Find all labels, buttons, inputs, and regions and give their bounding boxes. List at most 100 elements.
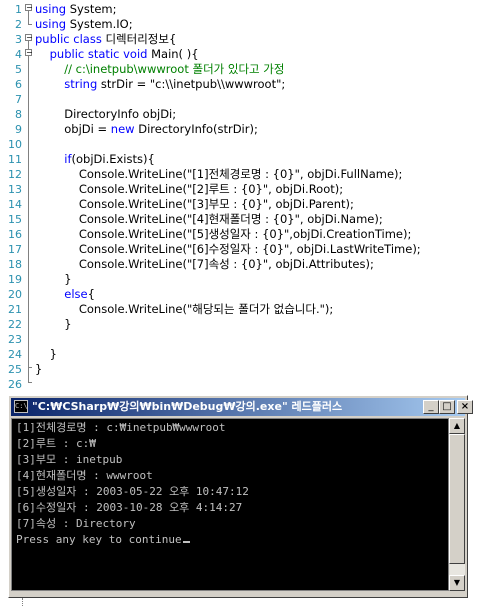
- keyword-token: string: [64, 77, 98, 91]
- code-line[interactable]: 7: [0, 92, 480, 107]
- console-output-text: [7]속성 : Directory: [16, 517, 136, 530]
- code-line[interactable]: 16 Console.WriteLine("[5]생성일자 : {0}",obj…: [0, 227, 480, 242]
- code-text: }: [35, 272, 71, 287]
- line-number: 3: [15, 33, 22, 46]
- keyword-token: else: [64, 287, 88, 301]
- maximize-button[interactable]: □: [439, 400, 455, 414]
- code-line[interactable]: 21 Console.WriteLine("해당되는 폴더가 없습니다.");: [0, 302, 480, 317]
- code-token: }: [35, 347, 57, 361]
- console-output-text: [6]수정일자 : 2003-10-28 오후 4:14:27: [16, 501, 243, 514]
- line-number: 24: [8, 348, 22, 361]
- code-line[interactable]: 1 using System;: [0, 2, 480, 17]
- code-text: objDi = new DirectoryInfo(strDir);: [35, 122, 258, 137]
- code-token: }: [35, 362, 43, 376]
- code-line[interactable]: 3 public class 디렉터리정보{: [0, 32, 480, 47]
- line-number: 25: [8, 363, 22, 376]
- code-line[interactable]: 12 Console.WriteLine("[1]전체경로명 : {0}", o…: [0, 167, 480, 182]
- line-number: 22: [8, 318, 22, 331]
- line-number: 1: [15, 3, 22, 16]
- code-line[interactable]: 15 Console.WriteLine("[4]현재폴더명 : {0}", o…: [0, 212, 480, 227]
- line-number: 18: [8, 258, 22, 271]
- code-token: {: [87, 287, 95, 301]
- code-line[interactable]: 25}: [0, 362, 480, 377]
- code-line[interactable]: 9 objDi = new DirectoryInfo(strDir);: [0, 122, 480, 137]
- code-line[interactable]: 5 // c:\inetpub\wwwroot 폴더가 있다고 가정: [0, 62, 480, 77]
- code-line[interactable]: 24 }: [0, 347, 480, 362]
- console-output-line: [7]속성 : Directory: [16, 516, 136, 532]
- code-line[interactable]: 14 Console.WriteLine("[3]부모 : {0}", objD…: [0, 197, 480, 212]
- line-number: 15: [8, 213, 22, 226]
- code-token: Console.WriteLine("[3]부모 : {0}", objDi.P…: [35, 197, 354, 211]
- code-line[interactable]: 8 DirectoryInfo objDi;: [0, 107, 480, 122]
- keyword-token: using: [35, 17, 67, 31]
- console-app-icon[interactable]: C:\: [14, 400, 28, 413]
- code-token: Console.WriteLine("[1]전체경로명 : {0}", objD…: [35, 167, 403, 181]
- line-number: 13: [8, 183, 22, 196]
- scroll-down-button[interactable]: ▼: [449, 575, 465, 591]
- console-output-line: Press any key to continue: [16, 532, 190, 548]
- code-token: Console.WriteLine("[4]현재폴더명 : {0}", objD…: [35, 212, 383, 226]
- code-text: Console.WriteLine("[5]생성일자 : {0}",objDi.…: [35, 227, 412, 242]
- line-number: 5: [15, 63, 22, 76]
- code-token: (objDi.Exists){: [71, 152, 155, 166]
- code-line[interactable]: 17 Console.WriteLine("[6]수정일자 : {0}", ob…: [0, 242, 480, 257]
- keyword-token: new: [110, 122, 135, 136]
- code-line[interactable]: 13 Console.WriteLine("[2]루트 : {0}", objD…: [0, 182, 480, 197]
- console-output-text: [1]전체경로명 : c:₩inetpub₩wwwroot: [16, 421, 226, 434]
- line-number: 20: [8, 288, 22, 301]
- code-text: Console.WriteLine("[3]부모 : {0}", objDi.P…: [35, 197, 354, 212]
- code-editor[interactable]: − − − 1 using System; 2 using System.IO; 3 pu…: [0, 0, 480, 392]
- code-text: Console.WriteLine("[2]루트 : {0}", objDi.R…: [35, 182, 343, 197]
- code-line[interactable]: 4 public static void Main( ){: [0, 47, 480, 62]
- title-bar[interactable]: C:\ "C:₩CSharp₩강의₩bin₩Debug₩강의.exe" 레드플러…: [11, 398, 473, 416]
- console-window[interactable]: C:\ "C:₩CSharp₩강의₩bin₩Debug₩강의.exe" 레드플러…: [8, 395, 473, 598]
- keyword-token: public class: [35, 32, 102, 46]
- dotted-guide: [22, 598, 24, 606]
- console-output[interactable]: [1]전체경로명 : c:₩inetpub₩wwwroot [2]루트 : c:₩…: [11, 418, 449, 591]
- scroll-thumb[interactable]: [449, 434, 465, 564]
- code-line[interactable]: 11 if(objDi.Exists){: [0, 152, 480, 167]
- keyword-token: if: [64, 152, 72, 166]
- code-text: Console.WriteLine("[1]전체경로명 : {0}", objD…: [35, 167, 403, 182]
- line-number: 17: [8, 243, 22, 256]
- line-number: 4: [15, 48, 22, 61]
- console-output-line: [5]생성일자 : 2003-05-22 오후 10:47:12: [16, 484, 249, 500]
- line-number: 7: [15, 93, 22, 106]
- code-token: Console.WriteLine("해당되는 폴더가 없습니다.");: [35, 302, 334, 316]
- code-text: if(objDi.Exists){: [35, 152, 155, 167]
- console-output-text: [5]생성일자 : 2003-05-22 오후 10:47:12: [16, 485, 249, 498]
- code-line[interactable]: 18 Console.WriteLine("[7]속성 : {0}", objD…: [0, 257, 480, 272]
- code-text: using System;: [35, 2, 117, 17]
- code-line[interactable]: 10: [0, 137, 480, 152]
- text-cursor: [182, 541, 190, 543]
- code-line[interactable]: 23: [0, 332, 480, 347]
- code-line[interactable]: 22 }: [0, 317, 480, 332]
- code-text: public class 디렉터리정보{: [35, 32, 176, 47]
- minimize-button[interactable]: _: [423, 400, 439, 414]
- code-token: Console.WriteLine("[2]루트 : {0}", objDi.R…: [35, 182, 344, 196]
- vertical-scrollbar[interactable]: ▲ ▼: [449, 418, 465, 591]
- console-output-line: [3]부모 : inetpub: [16, 452, 122, 468]
- code-line[interactable]: 26: [0, 377, 480, 392]
- keyword-token: public static void: [49, 47, 148, 61]
- line-number: 21: [8, 303, 22, 316]
- code-line[interactable]: 6 string strDir = "c:\\inetpub\\wwwroot"…: [0, 77, 480, 92]
- line-number: 10: [8, 138, 22, 151]
- code-text: }: [35, 317, 71, 332]
- code-line[interactable]: 2 using System.IO;: [0, 17, 480, 32]
- console-output-text: Press any key to continue: [16, 533, 182, 546]
- line-number: 11: [8, 153, 22, 166]
- code-token: DirectoryInfo(strDir);: [134, 122, 258, 136]
- line-number: 14: [8, 198, 22, 211]
- comment-token: // c:\inetpub\wwwroot 폴더가 있다고 가정: [64, 62, 285, 76]
- console-output-text: [4]현재폴더명 : wwwroot: [16, 469, 153, 482]
- line-number: 8: [15, 108, 22, 121]
- close-button[interactable]: ×: [457, 400, 473, 414]
- code-line[interactable]: 19 }: [0, 272, 480, 287]
- line-number: 16: [8, 228, 22, 241]
- code-line[interactable]: 20 else{: [0, 287, 480, 302]
- scroll-up-button[interactable]: ▲: [449, 418, 465, 434]
- code-text: Console.WriteLine("[7]속성 : {0}", objDi.A…: [35, 257, 374, 272]
